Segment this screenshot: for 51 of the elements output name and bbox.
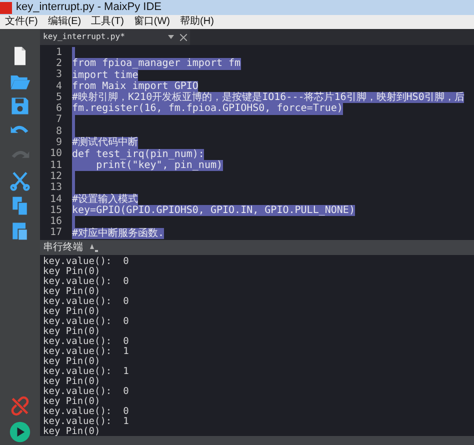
save-icon[interactable] [9, 95, 31, 117]
terminal-line: key.value(): 1 [43, 417, 130, 427]
menu-item[interactable]: 文件(F) [5, 17, 38, 27]
terminal-line: key Pin(0) [43, 377, 100, 387]
line-number: 6 [54, 104, 62, 114]
panel-title: 串行终端 [43, 242, 83, 252]
tab-label: key_interrupt.py* [43, 31, 126, 43]
terminal-line: key.value(): 0 [43, 337, 130, 347]
line-number: 5 [54, 92, 62, 103]
terminal-line: key Pin(0) [43, 427, 102, 436]
terminal-line: key Pin(0) [43, 307, 100, 317]
clear-icon[interactable] [89, 242, 99, 252]
menu-item[interactable]: 帮助(H) [180, 17, 214, 27]
line-number: 17 [48, 228, 62, 238]
terminal-line: key.value(): 1 [43, 347, 130, 357]
line-number: 11 [48, 160, 62, 171]
app-logo-icon [0, 2, 12, 14]
dropdown-caret-icon[interactable] [168, 35, 174, 39]
terminal-line: key.value(): 1 [43, 367, 130, 377]
line-number: 14 [48, 194, 62, 204]
terminal-line: key Pin(0) [43, 397, 100, 407]
terminal-line: key.value(): 0 [43, 297, 130, 307]
line-number: 16 [48, 217, 62, 228]
terminal-line: key.value(): 0 [43, 317, 130, 327]
line-number: 13 [48, 183, 62, 194]
line-number: 9 [54, 138, 62, 148]
terminal-line: key.value(): 0 [43, 257, 130, 267]
terminal-line: key.value(): 0 [43, 277, 130, 287]
line-number: 3 [54, 70, 62, 80]
window-title: key_interrupt.py - MaixPy IDE [16, 2, 162, 13]
terminal-line: key Pin(0) [43, 267, 100, 277]
line-number: 10 [48, 149, 62, 160]
line-number: 1 [54, 48, 62, 58]
line-number: 2 [54, 58, 62, 69]
line-number: 4 [54, 82, 62, 92]
terminal-line: key Pin(0) [43, 327, 100, 337]
terminal-line: key Pin(0) [43, 287, 100, 297]
terminal-line: key.value(): 0 [43, 407, 130, 417]
menu-item[interactable]: 窗口(W) [134, 17, 170, 27]
menu-item[interactable]: 工具(T) [91, 17, 124, 27]
menu-item[interactable]: 编辑(E) [48, 17, 82, 27]
line-number: 7 [54, 115, 62, 126]
terminal-line: key.value(): 0 [43, 387, 130, 397]
scissors-icon[interactable] [9, 170, 31, 192]
close-icon[interactable] [180, 34, 187, 40]
line-number: 12 [48, 172, 62, 182]
terminal-line: key Pin(0) [43, 357, 100, 367]
run-icon[interactable] [9, 421, 31, 443]
line-number: 8 [54, 126, 62, 137]
line-number: 15 [48, 206, 62, 216]
editor-tab[interactable]: key_interrupt.py* [40, 29, 190, 45]
